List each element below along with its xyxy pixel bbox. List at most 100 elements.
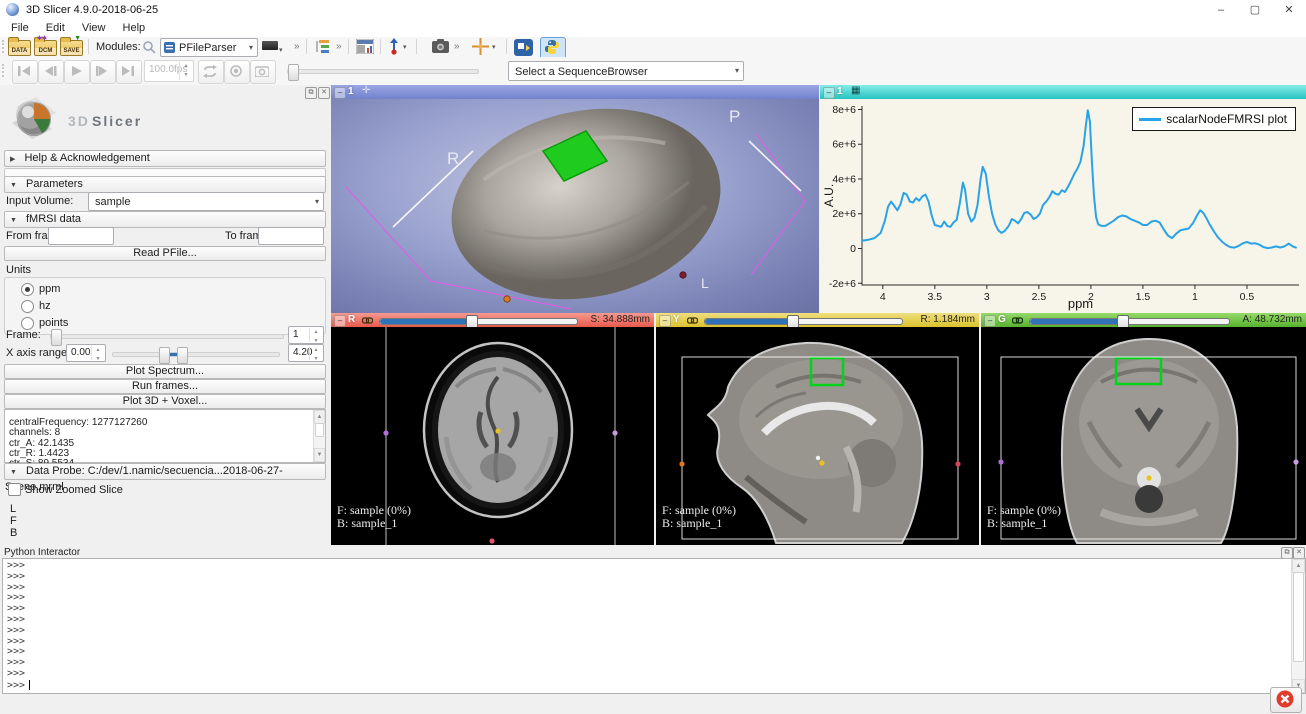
screenshot-icon[interactable] bbox=[432, 39, 449, 53]
spin-arrows[interactable]: ▲ ▼ bbox=[309, 328, 322, 342]
link-views-icon[interactable] bbox=[362, 315, 373, 326]
spin-down-icon[interactable]: ▼ bbox=[180, 71, 192, 80]
scroll-down-icon[interactable]: ▼ bbox=[314, 448, 325, 462]
crosshair-icon[interactable] bbox=[472, 38, 489, 55]
yellow-slice-slider[interactable] bbox=[704, 318, 903, 325]
xaxis-range-handle-min[interactable] bbox=[159, 347, 170, 364]
green-slice-slider[interactable] bbox=[1029, 318, 1230, 325]
panel-close-icon[interactable]: ✕ bbox=[318, 87, 330, 99]
error-log-button[interactable] bbox=[1270, 687, 1302, 713]
view3d-canvas[interactable]: R P L bbox=[331, 99, 819, 313]
read-pfile-button[interactable]: Read PFile... bbox=[4, 246, 326, 261]
section-data-probe[interactable]: ▼ Data Probe: C:/dev/1.namic/secuencia..… bbox=[4, 463, 326, 480]
snapshot-button[interactable] bbox=[250, 60, 276, 84]
toolbar-overflow-chevron[interactable]: » bbox=[454, 41, 460, 52]
spin-down-icon[interactable]: ▼ bbox=[310, 355, 322, 364]
extensions-manager-button[interactable] bbox=[514, 38, 533, 56]
sequence-browser-selector[interactable]: Select a SequenceBrowser ▾ bbox=[508, 61, 744, 81]
radio-hz[interactable] bbox=[21, 300, 34, 313]
toolbar-overflow-chevron[interactable]: » bbox=[336, 41, 342, 52]
load-data-button[interactable]: DATA bbox=[8, 38, 31, 56]
scroll-up-icon[interactable]: ▲ bbox=[1292, 559, 1305, 573]
module-search-icon[interactable] bbox=[142, 40, 156, 54]
run-frames-button[interactable]: Run frames... bbox=[4, 379, 326, 394]
section-parameters[interactable]: ▼ Parameters bbox=[4, 176, 326, 193]
xaxis-max-spinbox[interactable]: 4.20 ▲ ▼ bbox=[288, 344, 324, 362]
chevron-down-icon[interactable]: ▾ bbox=[403, 43, 407, 51]
view3d-crosshair-icon[interactable]: ✛ bbox=[362, 85, 370, 96]
red-slice-slider[interactable] bbox=[379, 318, 578, 325]
xaxis-range-slider[interactable] bbox=[112, 352, 280, 357]
minimize-button[interactable]: – bbox=[1204, 0, 1238, 20]
spin-up-icon[interactable]: ▲ bbox=[310, 328, 322, 337]
spin-arrows[interactable]: ▲ ▼ bbox=[309, 346, 322, 360]
sequence-slider[interactable] bbox=[287, 69, 479, 74]
python-console[interactable]: >>>>>>>>>>>>>>>>>>>>>>>>>>>>>>>>>>>> ▲ ▼ bbox=[2, 558, 1306, 694]
link-views-icon[interactable] bbox=[1012, 315, 1023, 326]
first-frame-button[interactable] bbox=[12, 60, 38, 84]
previous-frame-button[interactable] bbox=[38, 60, 64, 84]
view-3d[interactable]: – 1 ✛ bbox=[331, 85, 819, 313]
show-zoomed-slice-checkbox[interactable] bbox=[8, 483, 21, 496]
module-hierarchy-icon[interactable] bbox=[314, 39, 331, 54]
scroll-thumb[interactable] bbox=[315, 423, 324, 437]
menu-help[interactable]: Help bbox=[116, 20, 153, 36]
frame-slider[interactable] bbox=[50, 334, 284, 339]
toolbar-handle[interactable] bbox=[2, 40, 7, 53]
dicom-button[interactable]: ✱✱ DCM bbox=[34, 38, 57, 56]
toolbar-handle[interactable] bbox=[2, 64, 7, 77]
scroll-thumb[interactable] bbox=[1293, 572, 1304, 662]
sequence-slider-handle[interactable] bbox=[288, 64, 299, 81]
close-button[interactable]: ✕ bbox=[1272, 0, 1306, 20]
spin-down-icon[interactable]: ▼ bbox=[92, 355, 104, 364]
mouse-interaction-icon[interactable] bbox=[388, 38, 401, 55]
slice-view-green[interactable]: – G A: 48.732mm bbox=[981, 313, 1306, 545]
input-volume-selector[interactable]: sample ▾ bbox=[88, 192, 324, 211]
spin-up-icon[interactable]: ▲ bbox=[180, 62, 192, 71]
scroll-up-icon[interactable]: ▲ bbox=[314, 410, 325, 424]
view-pin-icon[interactable]: – bbox=[334, 315, 346, 327]
slice-view-red[interactable]: – R S: 34.888mm bbox=[331, 313, 654, 545]
view-pin-icon[interactable]: – bbox=[334, 87, 346, 99]
plot-view[interactable]: – 1 ▦ 43.532.521.510.5-2e+602e+64e+66e+6… bbox=[820, 85, 1306, 313]
header-info-box[interactable]: centralFrequency: 1277127260 channels: 8… bbox=[4, 409, 326, 463]
view-pin-icon[interactable]: – bbox=[659, 315, 671, 327]
menu-file[interactable]: File bbox=[4, 20, 36, 36]
spin-up-icon[interactable]: ▲ bbox=[310, 346, 322, 355]
frame-slider-handle[interactable] bbox=[51, 329, 62, 346]
yellow-slice-canvas[interactable]: F: sample (0%) B: sample_1 bbox=[656, 327, 979, 545]
console-scrollbar[interactable]: ▲ ▼ bbox=[1291, 559, 1305, 693]
view-pin-icon[interactable]: – bbox=[823, 87, 835, 99]
plot-canvas[interactable]: 43.532.521.510.5-2e+602e+64e+66e+68e+6pp… bbox=[820, 99, 1306, 313]
link-views-icon[interactable] bbox=[687, 315, 698, 326]
maximize-button[interactable]: ▢ bbox=[1238, 0, 1272, 20]
green-slice-canvas[interactable]: F: sample (0%) B: sample_1 bbox=[981, 327, 1306, 545]
menu-view[interactable]: View bbox=[75, 20, 113, 36]
save-button[interactable]: ▼ SAVE bbox=[60, 38, 83, 56]
xaxis-range-handle-max[interactable] bbox=[177, 347, 188, 364]
spin-arrows[interactable]: ▲ ▼ bbox=[91, 346, 104, 360]
plot-3d-voxel-button[interactable]: Plot 3D + Voxel... bbox=[4, 394, 326, 409]
layout-selector-icon[interactable] bbox=[356, 39, 374, 54]
xaxis-min-spinbox[interactable]: 0.00 ▲ ▼ bbox=[66, 344, 106, 362]
view-pin-icon[interactable]: – bbox=[984, 315, 996, 327]
last-frame-button[interactable] bbox=[116, 60, 142, 84]
module-history-button[interactable]: ▾ bbox=[262, 38, 286, 56]
plot-grid-icon[interactable]: ▦ bbox=[851, 85, 860, 96]
spin-arrows[interactable]: ▲ ▼ bbox=[179, 62, 192, 80]
plot-spectrum-button[interactable]: Plot Spectrum... bbox=[4, 364, 326, 379]
fps-spinbox[interactable]: 100.0fps ▲ ▼ bbox=[144, 60, 194, 82]
spin-up-icon[interactable]: ▲ bbox=[92, 346, 104, 355]
red-slice-canvas[interactable]: F: sample (0%) B: sample_1 bbox=[331, 327, 654, 545]
next-frame-button[interactable] bbox=[90, 60, 116, 84]
chevron-down-icon[interactable]: ▾ bbox=[492, 43, 496, 51]
to-frame-input[interactable] bbox=[258, 227, 324, 245]
slice-view-yellow[interactable]: – Y R: 1.184mm bbox=[656, 313, 979, 545]
record-button[interactable] bbox=[224, 60, 250, 84]
section-fmrsi[interactable]: ▼ fMRSI data bbox=[4, 211, 326, 228]
from-frame-input[interactable] bbox=[48, 227, 114, 245]
frame-spinbox[interactable]: 1 ▲ ▼ bbox=[288, 326, 324, 344]
toolbar-overflow-chevron[interactable]: » bbox=[294, 41, 300, 52]
loop-button[interactable] bbox=[198, 60, 224, 84]
module-selector[interactable]: PFileParser ▾ bbox=[160, 38, 258, 57]
